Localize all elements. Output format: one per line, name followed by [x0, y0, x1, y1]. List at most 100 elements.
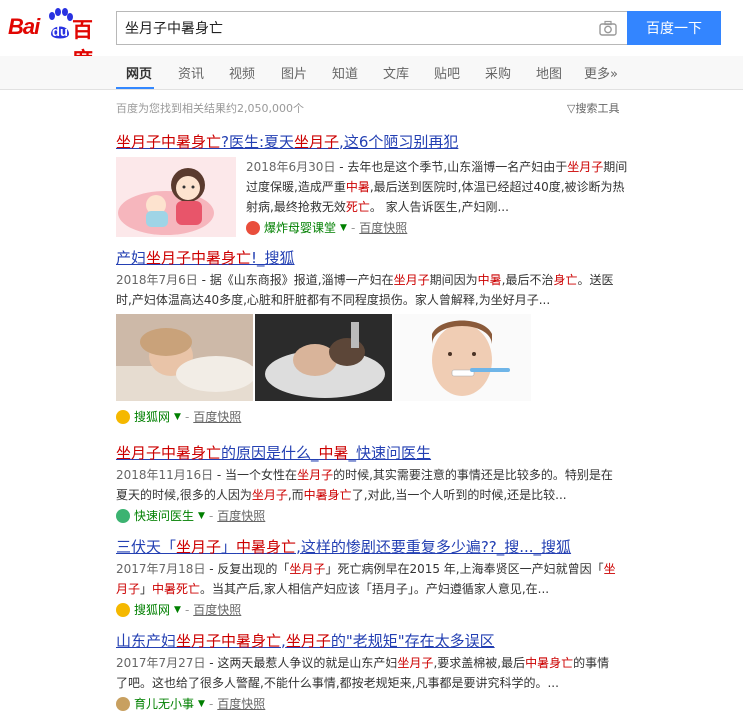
source-name[interactable]: 搜狐网 — [134, 407, 170, 427]
title-text: !_搜狐 — [251, 249, 295, 267]
title-text: _快速问医生 — [348, 444, 432, 462]
result-thumbnail-illustration[interactable] — [116, 157, 236, 237]
tab-map[interactable]: 地图 — [536, 63, 562, 82]
result-title-link[interactable]: 山东产妇坐月子中暑身亡,坐月子的"老规矩"存在太多误区 — [116, 631, 636, 651]
result-title-link[interactable]: 三伏天「坐月子」中暑身亡,这样的惨剧还要重复多少遍??_搜..._搜狐 — [116, 537, 636, 557]
result-date: 2018年11月16日 — [116, 468, 214, 482]
result-source: 育儿无小事 ▼ - 百度快照 — [116, 694, 636, 712]
result-abstract: 2017年7月27日 - 这两天最惹人争议的就是山东产妇坐月子,要求盖棉被,最后… — [116, 653, 621, 693]
result-source: 爆炸母婴课堂 ▼ - 百度快照 — [246, 218, 636, 238]
tab-tieba[interactable]: 贴吧 — [434, 63, 460, 82]
abstract-highlight: 坐月子 — [567, 160, 604, 174]
dropdown-arrow-icon[interactable]: ▼ — [198, 694, 205, 712]
tab-news[interactable]: 资讯 — [178, 63, 204, 82]
separator: - — [184, 603, 190, 617]
abstract-highlight: 坐月子 — [297, 468, 334, 482]
separator: - — [208, 509, 214, 523]
abstract-highlight: 坐月子 — [251, 488, 288, 502]
nav-tabs: 网页 资讯 视频 图片 知道 文库 贴吧 采购 地图 更多» — [0, 56, 743, 90]
title-highlight: 坐月子中暑身亡 — [116, 444, 222, 462]
dropdown-arrow-icon[interactable]: ▼ — [340, 218, 347, 238]
result-abstract: 2018年7月6日 - 据《山东商报》报道,淄博一产妇在坐月子期间因为中暑,最后… — [116, 270, 621, 310]
search-box — [116, 11, 627, 45]
title-text: 山东产妇 — [116, 632, 177, 650]
tab-wenku[interactable]: 文库 — [383, 63, 409, 82]
source-name[interactable]: 爆炸母婴课堂 — [264, 218, 336, 238]
abstract-highlight: 中暑身亡 — [303, 488, 352, 502]
source-favicon-icon — [116, 697, 130, 711]
title-text: 」 — [221, 538, 237, 556]
search-input[interactable] — [117, 12, 587, 44]
camera-icon[interactable] — [599, 20, 617, 36]
result-item: 山东产妇坐月子中暑身亡,坐月子的"老规矩"存在太多误区 2017年7月27日 -… — [116, 631, 636, 712]
cache-link[interactable]: 百度快照 — [359, 218, 407, 238]
result-item: 坐月子中暑身亡?医生:夏天坐月子,这6个陋习别再犯 2018年6月30日 - 去… — [116, 132, 636, 238]
title-highlight: 中暑身亡 — [236, 538, 297, 556]
abstract-text: - 当一个女性在 — [213, 468, 298, 482]
cache-link[interactable]: 百度快照 — [217, 694, 265, 712]
tab-more[interactable]: 更多» — [584, 63, 618, 82]
result-title-link[interactable]: 坐月子中暑身亡的原因是什么_中暑_快速问医生 — [116, 443, 636, 463]
dropdown-arrow-icon[interactable]: ▼ — [174, 600, 181, 620]
abstract-text: - 去年也是这个季节,山东淄博一名产妇由于 — [335, 160, 568, 174]
image-strip — [116, 314, 636, 401]
separator: - — [184, 410, 190, 424]
tab-video[interactable]: 视频 — [229, 63, 255, 82]
cache-link[interactable]: 百度快照 — [193, 600, 241, 620]
result-photo[interactable] — [255, 314, 392, 401]
separator: - — [208, 697, 214, 711]
source-favicon-icon — [116, 410, 130, 424]
active-tab-indicator — [116, 87, 154, 89]
result-abstract: 2018年6月30日 - 去年也是这个季节,山东淄博一名产妇由于坐月子期间过度保… — [246, 157, 636, 217]
abstract-text: 」 — [140, 582, 153, 596]
dropdown-arrow-icon[interactable]: ▼ — [174, 407, 181, 427]
abstract-highlight: 坐月子 — [289, 562, 326, 576]
result-photo[interactable] — [394, 314, 531, 401]
title-highlight: 坐月子中暑身亡 — [176, 632, 282, 650]
result-source: 搜狐网 ▼ - 百度快照 — [116, 407, 636, 427]
tab-procurement[interactable]: 采购 — [485, 63, 511, 82]
title-text: 的原因是什么_ — [221, 444, 319, 462]
title-text: ,这样的惨剧还要重复多少遍??_搜..._搜狐 — [296, 538, 572, 556]
source-favicon-icon — [116, 603, 130, 617]
cache-link[interactable]: 百度快照 — [193, 407, 241, 427]
abstract-text: 」死亡病例早在2015 年,上海奉贤区一产妇就曾因「 — [325, 562, 604, 576]
dropdown-arrow-icon[interactable]: ▼ — [198, 506, 205, 526]
source-name[interactable]: 搜狐网 — [134, 600, 170, 620]
source-name[interactable]: 快速问医生 — [134, 506, 194, 526]
title-text: 三伏天「 — [116, 538, 177, 556]
search-button[interactable]: 百度一下 — [627, 11, 721, 45]
title-highlight: 坐月子 — [176, 538, 222, 556]
title-highlight: 坐月子 — [294, 133, 340, 151]
result-item: 坐月子中暑身亡的原因是什么_中暑_快速问医生 2018年11月16日 - 当一个… — [116, 443, 636, 526]
result-date: 2017年7月18日 — [116, 562, 206, 576]
abstract-highlight: 坐月子 — [397, 656, 434, 670]
tab-images[interactable]: 图片 — [281, 63, 307, 82]
source-name[interactable]: 育儿无小事 — [134, 694, 194, 712]
abstract-text: 期间因为 — [429, 273, 478, 287]
result-date: 2017年7月27日 — [116, 656, 206, 670]
result-title-link[interactable]: 产妇坐月子中暑身亡!_搜狐 — [116, 248, 636, 268]
abstract-highlight: 中暑死亡 — [152, 582, 201, 596]
abstract-text: - 这两天最惹人争议的就是山东产妇 — [205, 656, 398, 670]
result-abstract: 2017年7月18日 - 反复出现的「坐月子」死亡病例早在2015 年,上海奉贤… — [116, 559, 621, 599]
baidu-logo[interactable]: Bai du 百度 — [8, 8, 108, 72]
abstract-highlight: 身亡 — [553, 273, 578, 287]
source-favicon-icon — [246, 221, 260, 235]
result-date: 2018年7月6日 — [116, 273, 198, 287]
abstract-text: - 据《山东商报》报道,淄博一产妇在 — [197, 273, 394, 287]
abstract-text: 了,对此,当一个人听到的时候,还是比较... — [351, 488, 567, 502]
title-text: ,这6个陋习别再犯 — [339, 133, 459, 151]
abstract-text: ,要求盖棉被,最后 — [433, 656, 526, 670]
tab-zhidao[interactable]: 知道 — [332, 63, 358, 82]
abstract-highlight: 中暑 — [345, 180, 370, 194]
abstract-highlight: 中暑 — [477, 273, 502, 287]
result-title-link[interactable]: 坐月子中暑身亡?医生:夏天坐月子,这6个陋习别再犯 — [116, 132, 636, 152]
abstract-text: ,而 — [287, 488, 304, 502]
cache-link[interactable]: 百度快照 — [217, 506, 265, 526]
result-photo[interactable] — [116, 314, 253, 401]
title-text: 产妇 — [116, 249, 147, 267]
tab-web[interactable]: 网页 — [126, 63, 152, 82]
search-tools-button[interactable]: ▽搜索工具 — [567, 100, 619, 116]
logo-bai-text: Bai — [8, 14, 40, 39]
